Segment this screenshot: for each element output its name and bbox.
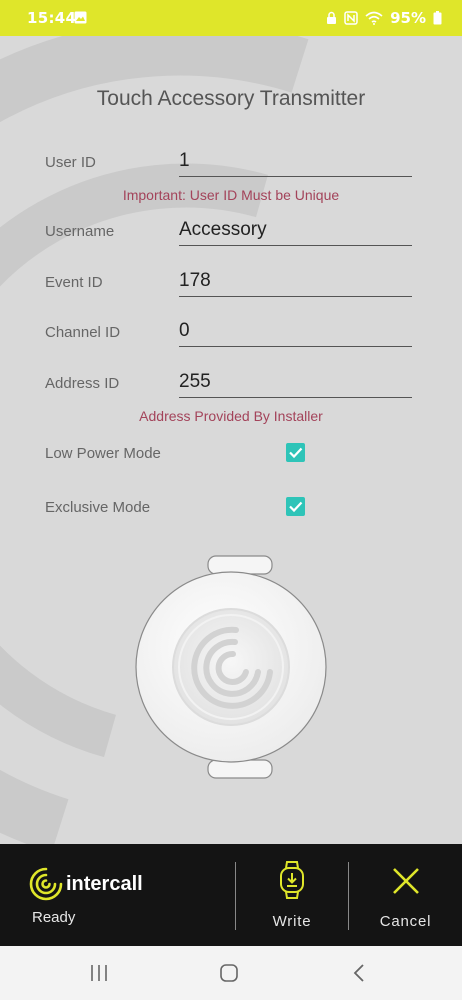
main-content: Touch Accessory Transmitter User ID 1 Im…	[0, 36, 462, 844]
wifi-icon	[365, 11, 383, 25]
battery-icon	[433, 11, 442, 25]
user-id-field[interactable]: 1	[179, 150, 412, 177]
intercall-logo-icon	[29, 867, 63, 901]
user-id-note: Important: User ID Must be Unique	[122, 187, 340, 203]
username-field[interactable]: Accessory	[179, 219, 412, 246]
user-id-label: User ID	[45, 154, 96, 171]
event-id-field[interactable]: 178	[179, 270, 412, 297]
system-nav-bar	[0, 946, 462, 1000]
recents-button[interactable]	[79, 960, 119, 986]
cancel-button[interactable]: Cancel	[349, 844, 462, 946]
watch-download-icon	[280, 861, 304, 899]
username-label: Username	[45, 223, 115, 240]
address-id-field[interactable]: 255	[179, 371, 412, 398]
home-button[interactable]	[209, 960, 249, 986]
close-icon	[392, 868, 419, 894]
page-title: Touch Accessory Transmitter	[96, 87, 366, 110]
status-bar: 15:44 95%	[0, 0, 462, 36]
event-id-label: Event ID	[45, 274, 103, 291]
back-button[interactable]	[339, 960, 379, 986]
write-label: Write	[272, 913, 312, 930]
recents-icon	[91, 965, 107, 981]
low-power-mode-label: Low Power Mode	[45, 445, 161, 462]
channel-id-field[interactable]: 0	[179, 320, 412, 347]
cancel-label: Cancel	[379, 913, 432, 930]
touch-transmitter-device-image	[135, 555, 327, 779]
intercall-logo-text: intercall	[66, 872, 143, 895]
low-power-mode-checkbox[interactable]	[286, 443, 305, 462]
nfc-icon	[344, 11, 358, 25]
bottom-action-bar: intercall Ready Write Cancel	[0, 844, 462, 946]
battery-percent: 95%	[390, 9, 426, 27]
address-id-label: Address ID	[45, 375, 120, 392]
home-icon	[220, 964, 238, 982]
gallery-icon	[74, 11, 87, 24]
exclusive-mode-checkbox[interactable]	[286, 497, 305, 516]
address-note: Address Provided By Installer	[139, 408, 323, 424]
status-time: 15:44	[27, 9, 77, 27]
channel-id-label: Channel ID	[45, 324, 121, 341]
status-icons: 95%	[326, 9, 442, 27]
checkmark-icon	[289, 447, 303, 459]
back-icon	[353, 964, 364, 982]
intercall-logo: intercall	[28, 866, 143, 902]
connection-status: Ready	[32, 909, 76, 926]
exclusive-mode-label: Exclusive Mode	[45, 499, 151, 516]
lock-icon	[327, 11, 337, 24]
write-button[interactable]: Write	[236, 844, 348, 946]
checkmark-icon	[289, 501, 303, 513]
